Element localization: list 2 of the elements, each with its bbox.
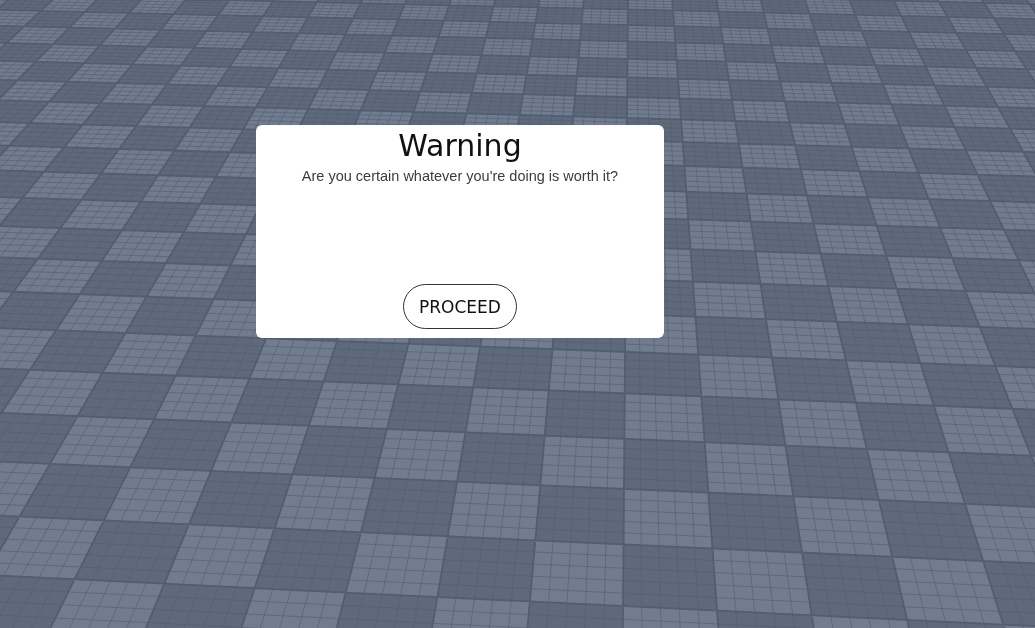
dialog-title: Warning [398,128,522,164]
dialog-message: Are you certain whatever you're doing is worth it? [301,167,619,186]
